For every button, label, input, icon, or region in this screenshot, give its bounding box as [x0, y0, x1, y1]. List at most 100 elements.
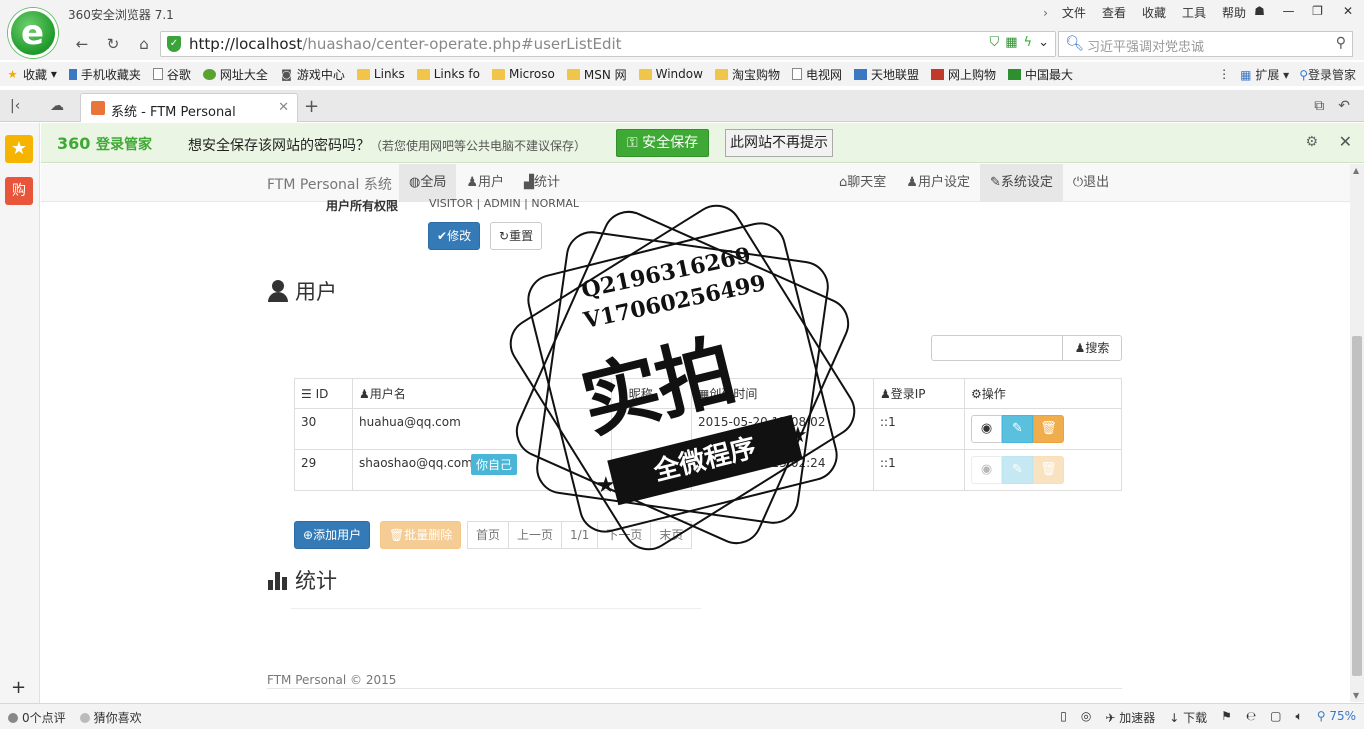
bookmark-google[interactable]: 谷歌 — [147, 66, 197, 83]
chevron-down-icon[interactable]: ⌄ — [1038, 35, 1049, 50]
tab-list-icon[interactable]: ⧉ — [1314, 98, 1324, 114]
modify-label: 修改 — [447, 229, 472, 243]
reset-button[interactable]: ↻重置 — [490, 222, 543, 250]
shield-icon[interactable]: ⛉ — [989, 35, 999, 50]
guess-like-button[interactable]: 猜你喜欢 — [79, 709, 142, 726]
bookmark-hao[interactable]: 网址大全 — [197, 66, 274, 83]
user-search-input[interactable] — [931, 335, 1063, 361]
search-engine-icon[interactable]: 🔍︎ — [1065, 34, 1084, 52]
bookmark-games[interactable]: ◙ 游戏中心 — [274, 66, 351, 83]
gear-icon[interactable]: ⚙ — [1305, 134, 1318, 150]
safe-save-button[interactable]: ⚿ 安全保存 — [616, 129, 710, 157]
undo-close-icon[interactable]: ↶ — [1338, 98, 1350, 114]
zoom-control[interactable]: ⚲ 75% — [1317, 709, 1356, 726]
skin-icon[interactable]: ☗ — [1245, 0, 1274, 22]
page-last[interactable]: 末页 — [650, 521, 693, 549]
qr-code-icon[interactable]: ▦ — [1005, 35, 1017, 50]
reviews-button[interactable]: 0个点评 — [8, 709, 66, 726]
new-tab-button[interactable]: + — [304, 96, 319, 117]
close-tab-icon[interactable]: ✕ — [278, 100, 289, 115]
download-button[interactable]: ↓ 下载 — [1169, 709, 1207, 726]
bookmark-favorites[interactable]: ★ 收藏 ▾ — [0, 66, 63, 83]
accelerator-label: 加速器 — [1119, 711, 1156, 725]
close-window-button[interactable]: ✕ — [1332, 0, 1364, 22]
page-prev[interactable]: 上一页 — [508, 521, 563, 549]
minimize-button[interactable]: — — [1274, 0, 1303, 22]
nav-system-settings[interactable]: ✎系统设定 — [979, 164, 1063, 202]
table-row[interactable]: 29 shaoshao@qq.com 2015-05-20 15:02:24 :… — [294, 449, 1122, 491]
ie-icon[interactable]: ℮ — [1246, 709, 1256, 726]
power-icon: ⏻ — [1072, 175, 1084, 190]
url-text[interactable]: http://localhost/huashao/center-operate.… — [189, 35, 622, 53]
extensions-button[interactable]: ▦ 扩展 ▾ — [1240, 66, 1289, 83]
bookmark-taobao[interactable]: 淘宝购物 — [709, 66, 786, 83]
tab-scroll-left-icon[interactable]: |‹ — [10, 98, 20, 114]
user-icon: ♟ — [359, 387, 370, 401]
user-search-button[interactable]: ♟搜索 — [1062, 335, 1122, 361]
batch-delete-button[interactable]: 🗑︎批量删除 — [380, 521, 462, 549]
back-button[interactable]: ← — [70, 32, 94, 56]
nav-label: 全局 — [420, 175, 447, 190]
delete-button[interactable]: 🗑︎ — [1033, 415, 1064, 443]
nav-chatroom[interactable]: ⌂聊天室 — [829, 164, 896, 202]
bookmark-shopping[interactable]: 网上购物 — [925, 66, 1002, 83]
scroll-up-icon[interactable]: ▲ — [1353, 166, 1359, 175]
window-icon[interactable]: ▢ — [1270, 709, 1281, 726]
bookmark-links-fo[interactable]: Links fo — [411, 67, 486, 81]
volume-icon[interactable]: 🔈︎ — [1296, 709, 1303, 726]
nav-logout[interactable]: ⏻退出 — [1063, 164, 1119, 202]
url-field[interactable]: ✓ http://localhost/huashao/center-operat… — [160, 31, 1056, 57]
flag-icon[interactable]: ⚑ — [1221, 709, 1232, 726]
home-button[interactable]: ⌂ — [132, 32, 156, 56]
close-icon[interactable]: ✕ — [1339, 132, 1352, 151]
nav-user-settings[interactable]: ♟用户设定 — [896, 164, 980, 202]
shop-icon[interactable]: 购 — [5, 177, 33, 205]
sidebar: ★ 购 + — [0, 123, 40, 703]
tab-active[interactable]: 系统 - FTM Personal ✕ — [80, 93, 298, 122]
menu-view[interactable]: 查看 — [1094, 4, 1134, 22]
view-button[interactable]: ◉ — [971, 415, 1002, 443]
eye-icon: ◉ — [980, 421, 993, 436]
bookmark-mobile[interactable]: 手机收藏夹 — [63, 66, 147, 83]
zoom-level: 75% — [1329, 709, 1356, 723]
cloud-icon[interactable]: ☁ — [50, 98, 64, 114]
bar-chart-icon: ▟ — [524, 175, 535, 190]
bookmark-links[interactable]: Links — [351, 67, 411, 81]
add-user-button[interactable]: ⊕添加用户 — [294, 521, 371, 549]
more-icon[interactable]: ⋮ — [1218, 67, 1230, 81]
page-first[interactable]: 首页 — [467, 521, 510, 549]
modify-button[interactable]: ✔修改 — [428, 222, 481, 250]
bookmark-window[interactable]: Window — [633, 67, 709, 81]
status-right: ▯ ◎ ✈ 加速器 ↓ 下载 ⚑ ℮ ▢ 🔈︎ ⚲ 75% — [1060, 709, 1356, 726]
scrollbar-thumb[interactable] — [1352, 336, 1362, 676]
edit-button[interactable]: ✎ — [1002, 415, 1033, 443]
never-for-site-button[interactable]: 此网站不再提示 — [725, 129, 833, 157]
search-field[interactable]: 🔍︎ 习近平强调对党忠诚 ⚲ — [1058, 31, 1353, 57]
site-brand[interactable]: FTM Personal 系统 — [267, 174, 392, 194]
menu-tools[interactable]: 工具 — [1174, 4, 1214, 22]
maximize-button[interactable]: ❐ — [1303, 0, 1332, 22]
login-manager-button[interactable]: ⚲登录管家 — [1299, 66, 1356, 83]
accelerator-button[interactable]: ✈ 加速器 — [1105, 709, 1155, 726]
speed-icon[interactable]: ◎ — [1081, 709, 1091, 726]
mobile-icon[interactable]: ▯ — [1060, 709, 1067, 726]
menu-file[interactable]: 文件 — [1054, 4, 1094, 22]
table-row[interactable]: 30 huahua@qq.com 2015-05-20 15:08:02 ::1… — [294, 408, 1122, 450]
bookmark-tiandi[interactable]: 天地联盟 — [848, 66, 925, 83]
bookmark-tv[interactable]: 电视网 — [786, 66, 848, 83]
add-sidebar-icon[interactable]: + — [11, 677, 26, 698]
scroll-down-icon[interactable]: ▼ — [1353, 691, 1359, 700]
page-scrollbar[interactable]: ▲ ▼ — [1350, 164, 1364, 702]
window-controls: ☗ — ❐ ✕ — [1245, 0, 1364, 22]
browser-logo[interactable]: e — [8, 8, 58, 58]
bookmark-china[interactable]: 中国最大 — [1002, 66, 1079, 83]
lightning-icon[interactable]: ϟ — [1024, 35, 1033, 50]
bookmark-microso[interactable]: Microso — [486, 67, 561, 81]
favorites-star-icon[interactable]: ★ — [5, 135, 33, 163]
page-next[interactable]: 下一页 — [597, 521, 652, 549]
search-icon[interactable]: ⚲ — [1336, 35, 1346, 51]
bookmark-msn[interactable]: MSN 网 — [561, 66, 633, 83]
chevron-right-icon[interactable]: › — [1037, 4, 1054, 22]
menu-favorites[interactable]: 收藏 — [1134, 4, 1174, 22]
refresh-button[interactable]: ↻ — [101, 32, 125, 56]
